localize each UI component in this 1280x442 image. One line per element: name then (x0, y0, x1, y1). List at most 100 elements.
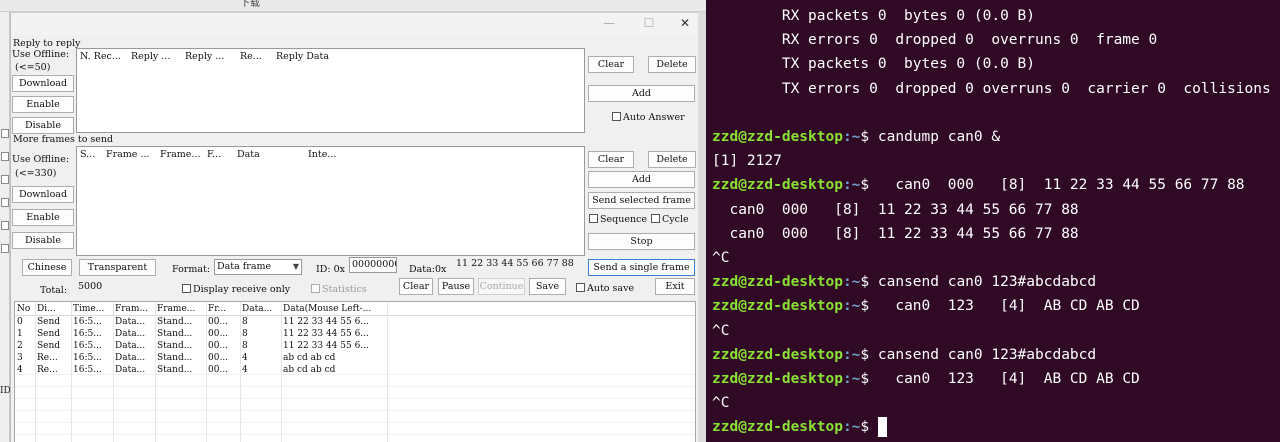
frame-log-table[interactable]: No Di... Time... Fram... Frame... Fr... Data..… (14, 301, 696, 442)
column-divider (113, 302, 114, 442)
background-checkbox (1, 198, 9, 207)
row-divider (15, 434, 695, 435)
table-cell: Stand... (157, 365, 193, 375)
table-cell: Re... (37, 365, 58, 375)
reply-section-title: Reply to reply (13, 38, 81, 49)
display-receive-only-box[interactable] (182, 284, 191, 293)
log-clear-button[interactable]: Clear (399, 278, 433, 295)
log-column-header[interactable]: Data(Mouse Left-... (283, 303, 385, 315)
stop-button[interactable]: Stop (588, 233, 695, 250)
reply-clear-button[interactable]: Clear (588, 56, 634, 73)
format-select[interactable]: Data frame ▼ (214, 259, 302, 275)
background-tab-fragment: 下载 (240, 0, 260, 9)
transparent-button[interactable]: Transparent (79, 259, 156, 276)
reply-disable-button[interactable]: Disable (12, 117, 74, 134)
reply-column-header[interactable]: Reply ... (185, 51, 224, 62)
send-column-header[interactable]: Inte... (308, 149, 336, 160)
continue-button[interactable]: Continue (478, 278, 525, 295)
send-disable-button[interactable]: Disable (12, 232, 74, 249)
row-divider (15, 386, 695, 387)
log-column-header[interactable]: Fram... (115, 303, 155, 315)
terminal-output-line: can0 000 [8] 11 22 33 44 55 66 77 88 (712, 225, 1079, 242)
terminal-prompt-line: zzd@zzd-desktop:~$ can0 123 [4] AB CD AB… (712, 296, 1140, 316)
auto-save-box[interactable] (576, 283, 585, 292)
column-divider (240, 302, 241, 442)
reply-column-header[interactable]: N. Rec... (80, 51, 121, 62)
chinese-button[interactable]: Chinese (22, 259, 72, 276)
table-cell: 11 22 33 44 55 6... (283, 329, 369, 339)
send-delete-button[interactable]: Delete (648, 151, 696, 168)
title-bar: — ☐ ✕ (11, 13, 698, 35)
maximize-button[interactable]: ☐ (631, 13, 667, 35)
send-frames-list[interactable]: S... Frame ... Frame... F... Data Inte..… (76, 146, 585, 256)
table-cell: Send (37, 317, 61, 327)
sequence-label: Sequence (600, 214, 648, 225)
table-cell: 16:5... (73, 317, 102, 327)
send-column-header[interactable]: F... (207, 149, 221, 160)
cycle-checkbox[interactable]: Cycle (651, 214, 689, 225)
send-single-frame-button[interactable]: Send a single frame (588, 259, 695, 276)
send-column-header[interactable]: S... (80, 149, 95, 160)
prompt-path: :~ (842, 298, 861, 315)
reply-enable-button[interactable]: Enable (12, 96, 74, 113)
prompt-command: $ candump can0 & (860, 129, 1001, 145)
auto-save-label: Auto save (587, 283, 635, 294)
terminal-prompt-line: zzd@zzd-desktop:~$ candump can0 & (712, 127, 1000, 147)
send-clear-button[interactable]: Clear (588, 151, 634, 168)
chevron-down-icon: ▼ (292, 262, 299, 271)
reply-column-header[interactable]: Re... (240, 51, 262, 62)
sequence-box[interactable] (589, 214, 598, 223)
column-divider (281, 302, 282, 442)
reply-delete-button[interactable]: Delete (648, 56, 696, 73)
pause-button[interactable]: Pause (438, 278, 474, 295)
close-button[interactable]: ✕ (667, 13, 703, 35)
log-column-header[interactable]: Time... (73, 303, 113, 315)
log-column-header[interactable]: Data... (242, 303, 281, 315)
reply-add-button[interactable]: Add (588, 85, 695, 102)
send-enable-button[interactable]: Enable (12, 209, 74, 226)
auto-answer-box[interactable] (612, 112, 621, 121)
cycle-box[interactable] (651, 214, 660, 223)
id-input[interactable]: 00000000 (349, 257, 397, 273)
table-cell: 8 (242, 341, 248, 351)
terminal-output-line: ^C (712, 395, 730, 412)
terminal-prompt-line: zzd@zzd-desktop:~$ (712, 417, 887, 438)
terminal-window[interactable]: RX packets 0 bytes 0 (0.0 B) RX errors 0… (706, 0, 1280, 442)
display-receive-only-checkbox[interactable]: Display receive only (182, 284, 290, 295)
table-cell: 16:5... (73, 365, 102, 375)
background-window-left: ID (0, 12, 11, 442)
table-cell: Data... (115, 365, 146, 375)
send-selected-frame-button[interactable]: Send selected frame (588, 192, 695, 209)
save-button[interactable]: Save (529, 278, 566, 295)
data-input[interactable]: 11 22 33 44 55 66 77 88 (453, 256, 582, 272)
column-divider (387, 302, 388, 442)
send-column-header[interactable]: Data (237, 149, 260, 160)
auto-save-checkbox[interactable]: Auto save (576, 283, 634, 294)
send-column-header[interactable]: Frame... (160, 149, 201, 160)
table-cell: 00... (208, 341, 229, 351)
total-input[interactable]: 5000 (75, 279, 141, 295)
send-download-button[interactable]: Download (12, 186, 74, 203)
total-label: Total: (40, 285, 68, 296)
send-column-header[interactable]: Frame ... (106, 149, 150, 160)
log-column-header[interactable]: Fr... (208, 303, 240, 315)
reply-list[interactable]: N. Rec... Reply ... Reply ... Re... Repl… (76, 48, 585, 133)
background-checkbox (1, 221, 9, 230)
minimize-button[interactable]: — (591, 13, 627, 35)
log-column-header[interactable]: No (17, 303, 35, 315)
terminal-output-line: [1] 2127 (712, 153, 782, 170)
reply-column-header[interactable]: Reply Data (276, 51, 329, 62)
send-add-button[interactable]: Add (588, 171, 695, 188)
auto-answer-checkbox[interactable]: Auto Answer (612, 112, 685, 123)
prompt-command: $ can0 000 [8] 11 22 33 44 55 66 77 88 (860, 177, 1245, 194)
statistics-checkbox[interactable]: Statistics (311, 284, 367, 295)
prompt-user: zzd@zzd-desktop (712, 346, 843, 363)
log-column-header[interactable]: Di... (37, 303, 71, 315)
reply-download-button[interactable]: Download (12, 75, 74, 92)
statistics-box[interactable] (311, 284, 320, 293)
sequence-checkbox[interactable]: Sequence (589, 214, 647, 225)
log-column-header[interactable]: Frame... (157, 303, 206, 315)
table-cell: 4 (17, 365, 23, 375)
exit-button[interactable]: Exit (655, 278, 695, 295)
reply-column-header[interactable]: Reply ... (131, 51, 170, 62)
